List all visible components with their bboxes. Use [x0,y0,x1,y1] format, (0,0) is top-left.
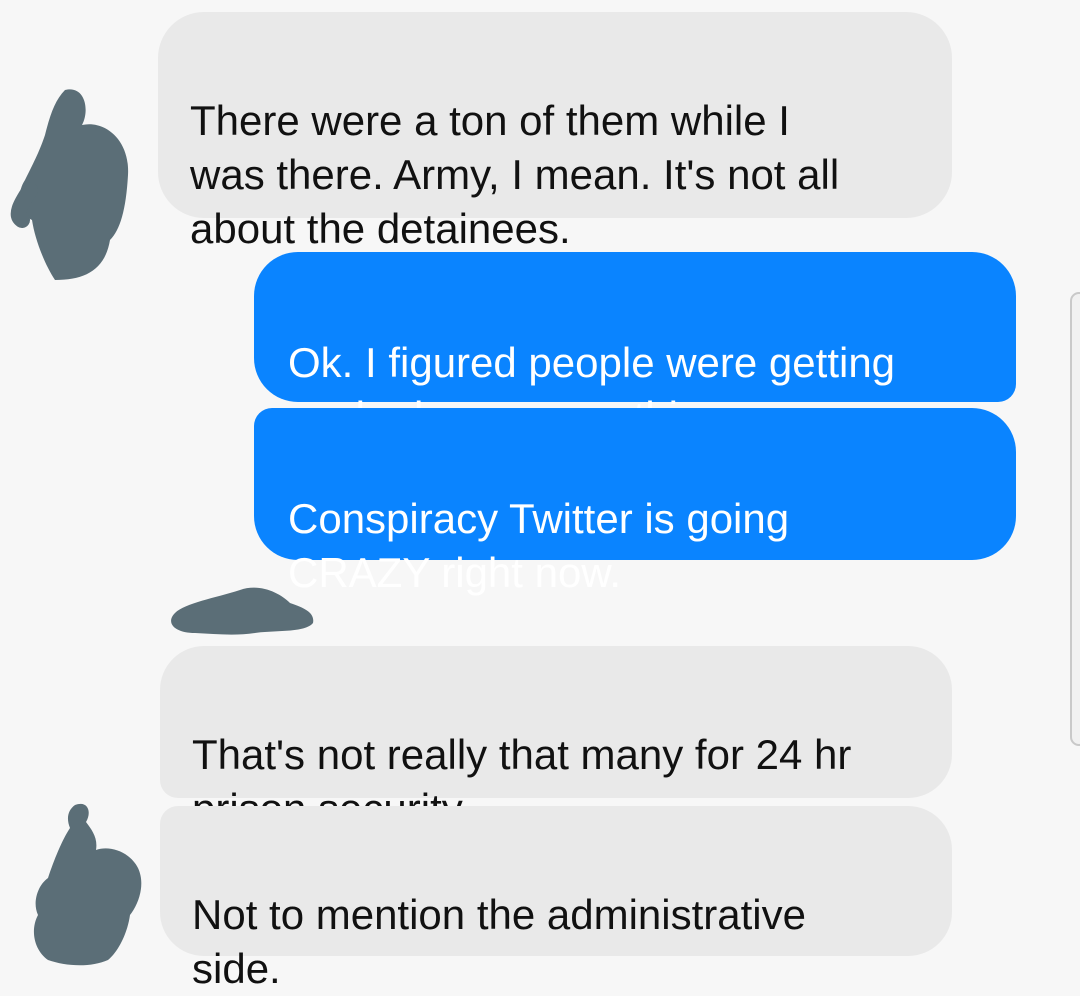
redacted-contact-avatar-icon-2 [33,803,142,966]
outgoing-message-bubble[interactable]: Ok. I figured people were getting worked… [254,252,1016,440]
message-text: Conspiracy Twitter is going CRAZY right … [288,495,790,596]
message-text: There were a ton of them while I was the… [190,97,840,252]
message-text: Not to mention the administrative side. [192,891,806,992]
incoming-message-bubble[interactable]: There were a ton of them while I was the… [158,12,952,252]
scrollbar-thumb[interactable] [1070,292,1080,746]
incoming-message-bubble[interactable]: Not to mention the administrative side. [160,806,952,992]
incoming-message-bubble[interactable]: That's not really that many for 24 hr pr… [160,646,952,832]
outgoing-message-bubble[interactable]: Conspiracy Twitter is going CRAZY right … [254,408,1016,596]
redacted-contact-avatar-icon [10,89,129,281]
